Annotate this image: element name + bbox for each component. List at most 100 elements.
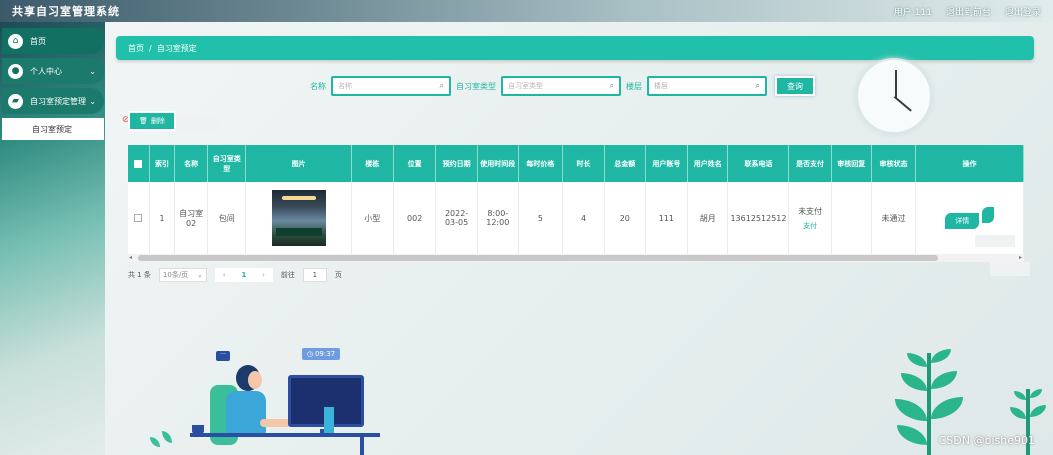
plant-leaf (895, 399, 927, 421)
chat-bubble-icon: ··· (216, 351, 230, 361)
cell-position: 002 (393, 182, 437, 254)
search-label-floor: 楼层 (626, 81, 642, 91)
prev-page-icon[interactable]: ‹ (223, 271, 226, 279)
table-header: 时长 (562, 145, 606, 182)
breadcrumb-current: 自习室预定 (156, 43, 197, 53)
name-search-input[interactable]: 名称 ⌕ (331, 76, 451, 96)
page-nav: ‹ 1 › (214, 268, 273, 282)
sidebar-item-personal-center[interactable]: ● 个人中心 ⌄ (2, 58, 104, 84)
goto-label: 前往 (280, 271, 295, 279)
time-badge: ◷ 09:37 (302, 348, 340, 360)
cell-status: 未通过 (871, 182, 917, 254)
chevron-down-icon: ⌄ (89, 96, 96, 106)
table-header: 图片 (245, 145, 352, 182)
thumbnail-desk (275, 228, 322, 236)
top-bar: 共享自习室管理系统 用户:111 退出到前台 退出登录 (0, 0, 1053, 22)
plant-leaf (901, 373, 927, 391)
sidebar-item-label: 首页 (30, 36, 46, 46)
leaf-icon (162, 431, 172, 443)
decorative-shadow (990, 262, 1030, 276)
cell-name: 自习室02 (174, 182, 209, 254)
plant-leaf (1010, 407, 1026, 419)
pagination: 共 1 条 10条/页 ⌄ ‹ 1 › 前往 1 页 (128, 268, 342, 282)
chevron-down-icon: ⌄ (89, 66, 96, 76)
table-header: 索引 (149, 145, 176, 182)
clock-hand (893, 96, 912, 112)
clock-small-icon: ◷ (306, 350, 313, 358)
plant-leaf (931, 371, 957, 389)
next-page-icon[interactable]: › (262, 271, 265, 279)
sidebar: ⌂ 首页 ● 个人中心 ⌄ ▰ 自习室预定管理 ⌄ 自习室预定 (2, 28, 104, 140)
table-header: 用户账号 (645, 145, 689, 182)
leaf-icon (150, 437, 160, 447)
cell-account: 111 (645, 182, 689, 254)
table-header: 审核回复 (831, 145, 872, 182)
watermark: CSDN @bishe901 (938, 434, 1035, 447)
more-action-button[interactable] (981, 207, 994, 223)
row-checkbox[interactable] (134, 214, 143, 222)
plant-leaf (931, 349, 951, 363)
current-page[interactable]: 1 (241, 271, 246, 279)
type-search-input[interactable]: 自习室类型 ⌕ (501, 76, 621, 96)
table-header: 总金额 (604, 145, 646, 182)
person-body (226, 391, 266, 435)
row-select-cell[interactable] (128, 182, 150, 254)
sidebar-item-reservation-management[interactable]: ▰ 自习室预定管理 ⌄ (2, 88, 104, 114)
cell-time-slot: 8:00-12:00 (477, 182, 519, 254)
clock-hand (895, 70, 897, 98)
plant-leaf (897, 425, 927, 445)
table-header: 是否支付 (788, 145, 832, 182)
goto-page-input[interactable]: 1 (302, 268, 327, 282)
plant-leaf (1030, 405, 1046, 417)
logout-link[interactable]: 退出登录 (1005, 5, 1041, 18)
table-header: 自习室类型 (207, 145, 247, 182)
plant-leaf (907, 353, 927, 367)
table-header: 每时价格 (518, 145, 563, 182)
select-all-checkbox[interactable] (134, 159, 143, 168)
search-icon: ⌕ (609, 81, 614, 90)
person-face (248, 371, 262, 389)
page-unit: 页 (334, 271, 342, 279)
table-header: 名称 (174, 145, 209, 182)
scrollbar-thumb[interactable] (138, 255, 938, 261)
cell-price: 5 (518, 182, 563, 254)
table-header: 联系电话 (727, 145, 790, 182)
cell-index: 1 (149, 182, 176, 254)
floor-search-input[interactable]: 楼层 ⌕ (647, 76, 767, 96)
scroll-left-icon[interactable]: ◂ (129, 254, 132, 261)
paid-status: 未支付 (798, 206, 823, 216)
page-size-select[interactable]: 10条/页 ⌄ (158, 268, 207, 282)
scroll-right-icon[interactable]: ▸ (1019, 254, 1022, 261)
app-title: 共享自习室管理系统 (12, 5, 120, 18)
sidebar-subitem-reservation[interactable]: 自习室预定 (2, 118, 104, 140)
cell-type: 包间 (207, 182, 247, 254)
search-label-type: 自习室类型 (456, 81, 496, 91)
delete-button[interactable]: 🗑 删除 (128, 111, 176, 131)
table-header: 使用时间段 (477, 145, 519, 182)
cell-reply (831, 182, 872, 254)
breadcrumb-home[interactable]: 首页 (128, 43, 144, 54)
table-header-row: 索引 名称 自习室类型 图片 楼栋 位置 预约日期 使用时间段 每时价格 时长 … (128, 145, 1024, 182)
desk-leg (360, 437, 364, 455)
sidebar-item-home[interactable]: ⌂ 首页 (2, 28, 104, 54)
trash-icon: 🗑 (139, 117, 148, 125)
top-right-actions: 用户:111 退出到前台 退出登录 (894, 5, 1041, 18)
header-select-all[interactable] (128, 145, 150, 182)
exit-front-link[interactable]: 退出到前台 (946, 5, 991, 18)
query-button[interactable]: 查询 (775, 76, 815, 96)
horizontal-scrollbar[interactable]: ◂ ▸ (128, 254, 1024, 262)
cell-total: 20 (604, 182, 646, 254)
study-illustration: ··· ◷ 09:37 (120, 345, 390, 455)
study-room-thumbnail[interactable] (271, 190, 326, 246)
decorative-shadow (975, 235, 1015, 247)
pay-link[interactable]: 支付 (791, 221, 828, 231)
current-user: 用户:111 (893, 7, 932, 18)
user-icon: ● (8, 63, 23, 79)
sidebar-item-label: 个人中心 (30, 66, 62, 76)
cell-paid: 未支付 支付 (788, 182, 832, 254)
thumbnail-lamp (281, 196, 316, 200)
table-header: 位置 (393, 145, 437, 182)
detail-button[interactable]: 详情 (945, 213, 980, 229)
cup-icon (192, 425, 204, 434)
home-icon: ⌂ (8, 33, 23, 49)
